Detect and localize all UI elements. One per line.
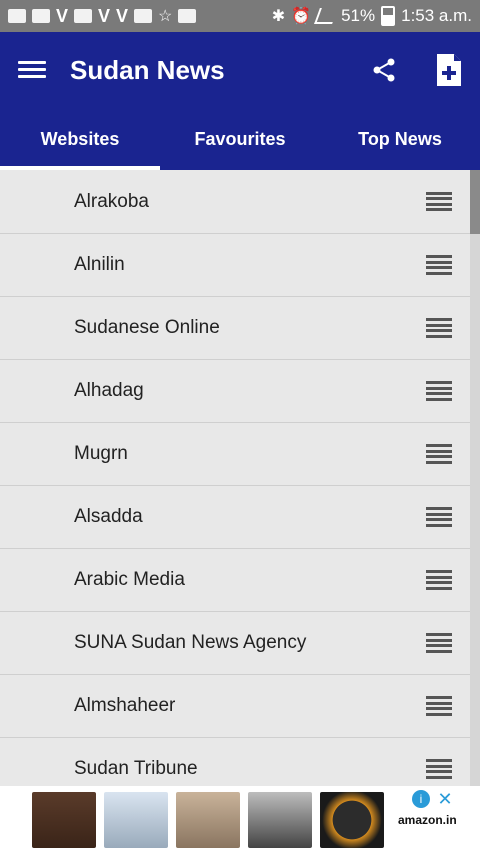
list-item-label: Alsadda xyxy=(74,506,143,527)
list-item[interactable]: SUNA Sudan News Agency xyxy=(0,612,470,675)
list-item[interactable]: Alrakoba xyxy=(0,170,470,234)
v-notification-icon: V xyxy=(56,5,69,26)
app-notification-icon xyxy=(32,9,50,23)
drag-handle-icon[interactable] xyxy=(426,507,452,527)
list-item[interactable]: Arabic Media xyxy=(0,549,470,612)
list-item-label: Alrakoba xyxy=(74,190,149,212)
list-item-label: Sudanese Online xyxy=(74,317,220,338)
app-title: Sudan News xyxy=(70,54,225,85)
ad-info-icon[interactable]: i xyxy=(412,790,430,808)
chat-notification-icon xyxy=(8,9,26,23)
ad-product-shoe-rack-image[interactable] xyxy=(32,791,96,848)
status-bar-left: V V V ☆ xyxy=(8,5,197,27)
amazon-logo[interactable]: amazon.in xyxy=(398,813,457,827)
add-document-icon[interactable] xyxy=(434,52,464,88)
list-item[interactable]: Almshaheer xyxy=(0,675,470,738)
tab-websites[interactable]: Websites xyxy=(0,108,160,170)
list-item-label: SUNA Sudan News Agency xyxy=(74,632,307,653)
bluetooth-icon: ✱ xyxy=(271,8,286,25)
ad-product-watch-image[interactable] xyxy=(320,791,384,848)
v-notification-icon: V xyxy=(98,5,111,26)
list-item[interactable]: Alhadag xyxy=(0,360,470,423)
battery-icon xyxy=(381,6,396,26)
scrollbar[interactable] xyxy=(470,170,480,786)
star-icon: ☆ xyxy=(158,8,173,25)
list-item-label: Almshaheer xyxy=(74,695,176,716)
grid-notification-icon xyxy=(134,9,153,23)
websites-list: Alrakoba Alnilin Sudanese Online Alhadag… xyxy=(0,170,470,786)
list-item[interactable]: Sudan Tribune xyxy=(0,738,470,786)
ad-product-phone-image[interactable] xyxy=(104,791,168,848)
drag-handle-icon[interactable] xyxy=(426,759,452,779)
drag-handle-icon[interactable] xyxy=(426,696,452,716)
tab-top-news[interactable]: Top News xyxy=(320,108,480,170)
tab-favourites[interactable]: Favourites xyxy=(160,108,320,170)
ad-banner[interactable]: amazon.in xyxy=(0,786,480,853)
v-notification-icon: V xyxy=(116,5,129,26)
status-bar: V V V ☆ ✱ ⏰ 51% 1:53 a.m. xyxy=(0,0,480,32)
alarm-icon: ⏰ xyxy=(291,8,312,25)
hamburger-icon[interactable] xyxy=(18,59,46,81)
signal-icon xyxy=(314,8,339,24)
clock: 1:53 a.m. xyxy=(401,6,472,25)
drag-handle-icon[interactable] xyxy=(426,255,452,275)
drag-handle-icon[interactable] xyxy=(426,191,452,212)
list-item[interactable]: Alsadda xyxy=(0,486,470,549)
list-item[interactable]: Alnilin xyxy=(0,234,470,297)
list-item[interactable]: Mugrn xyxy=(0,423,470,486)
share-icon[interactable] xyxy=(370,56,398,84)
drag-handle-icon[interactable] xyxy=(426,381,452,401)
image-notification-icon xyxy=(74,9,93,23)
tab-bar: Websites Favourites Top News xyxy=(0,108,480,170)
ad-product-phone-gold-image[interactable] xyxy=(176,791,240,848)
ad-close-icon[interactable]: ✕ xyxy=(436,790,454,808)
ad-product-phone-case-image[interactable] xyxy=(248,791,312,848)
drag-handle-icon[interactable] xyxy=(426,570,452,590)
app-bar: Sudan News xyxy=(0,32,480,108)
list-item[interactable]: Sudanese Online xyxy=(0,297,470,360)
list-item-label: Sudan Tribune xyxy=(74,758,198,779)
list-item-label: Alnilin xyxy=(74,254,125,275)
drag-handle-icon[interactable] xyxy=(426,633,452,653)
list-item-label: Arabic Media xyxy=(74,569,185,590)
battery-percent: 51% xyxy=(341,6,376,25)
list-item-label: Mugrn xyxy=(74,443,128,464)
drag-handle-icon[interactable] xyxy=(426,444,452,464)
scrollbar-thumb[interactable] xyxy=(470,170,480,234)
recycle-notification-icon xyxy=(178,9,197,23)
status-bar-right: ✱ ⏰ 51% 1:53 a.m. xyxy=(272,6,472,26)
list-item-label: Alhadag xyxy=(74,380,144,401)
drag-handle-icon[interactable] xyxy=(426,318,452,338)
